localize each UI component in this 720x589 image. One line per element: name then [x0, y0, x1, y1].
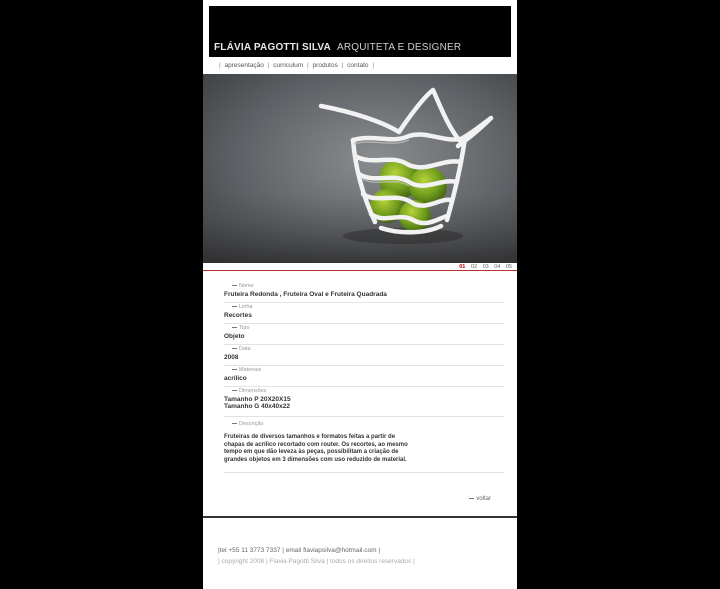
- field-value: Objeto: [224, 333, 245, 340]
- header-banner: FLÁVIA PAGOTTI SILVA ARQUITETA E DESIGNE…: [209, 6, 511, 57]
- footer-divider: [203, 516, 517, 518]
- product-photo: [203, 74, 517, 263]
- field-label: Descrição: [239, 421, 264, 427]
- field-value: Recortes: [224, 312, 252, 319]
- page-container: FLÁVIA PAGOTTI SILVA ARQUITETA E DESIGNE…: [203, 0, 517, 589]
- main-nav: | apresentação | curriculum | produtos |…: [217, 62, 376, 69]
- gallery-divider: [203, 270, 517, 271]
- dash-icon: [469, 498, 475, 499]
- brand-subtitle: ARQUITETA E DESIGNER: [336, 42, 462, 53]
- dash-icon: [232, 348, 237, 349]
- field-label: Linha: [239, 304, 253, 310]
- field-value: acrílico: [224, 375, 247, 382]
- dash-icon: [232, 390, 237, 391]
- nav-separator: |: [219, 62, 221, 69]
- field-label: Nome: [239, 283, 254, 289]
- field-value: 2008: [224, 354, 239, 361]
- field-label: Tipo: [239, 325, 250, 331]
- nav-separator: |: [307, 62, 309, 69]
- field-tipo: Tipo Objeto: [224, 324, 504, 345]
- site-logo[interactable]: FLÁVIA PAGOTTI SILVA ARQUITETA E DESIGNE…: [214, 42, 461, 53]
- field-descricao: Descrição Fruteiras de diversos tamanhos…: [224, 417, 504, 473]
- field-value: Fruteira Redonda , Fruteira Oval e Frute…: [224, 291, 387, 298]
- footer-copyright: | copyright 2008 | Flavia Pagotti Silva …: [218, 558, 415, 565]
- nav-item-apresentacao[interactable]: apresentação: [225, 62, 264, 69]
- field-materiais: Materiais acrílico: [224, 366, 504, 387]
- brand-name: FLÁVIA PAGOTTI SILVA: [214, 42, 331, 53]
- field-value: Tamanho P 20X20X15 Tamanho G 40x40x22: [224, 396, 291, 410]
- dash-icon: [232, 423, 237, 424]
- back-link[interactable]: voltar: [469, 496, 491, 502]
- dash-icon: [232, 306, 237, 307]
- footer-contact: |tel +55 11 3773 7337 | email flaviapsil…: [218, 547, 381, 554]
- nav-item-produtos[interactable]: produtos: [313, 62, 338, 69]
- nav-item-contato[interactable]: contato: [347, 62, 368, 69]
- dash-icon: [232, 369, 237, 370]
- field-data: Data 2008: [224, 345, 504, 366]
- nav-separator: |: [267, 62, 270, 69]
- nav-item-curriculum[interactable]: curriculum: [273, 62, 303, 69]
- dash-icon: [232, 327, 237, 328]
- nav-separator: |: [341, 62, 344, 69]
- field-label: Data: [239, 346, 251, 352]
- field-value: Fruteiras de diversos tamanhos e formato…: [224, 434, 408, 463]
- field-label: Materiais: [239, 367, 262, 373]
- nav-separator: |: [372, 62, 375, 69]
- field-nome: Nome Fruteira Redonda , Fruteira Oval e …: [224, 282, 504, 303]
- product-details: Nome Fruteira Redonda , Fruteira Oval e …: [224, 282, 504, 473]
- field-label: Dimensões: [239, 388, 267, 394]
- field-dimensoes: Dimensões Tamanho P 20X20X15 Tamanho G 4…: [224, 387, 504, 417]
- back-label: voltar: [476, 496, 491, 502]
- dash-icon: [232, 285, 237, 286]
- product-photo-fruit-bowl: [203, 74, 517, 263]
- field-linha: Linha Recortes: [224, 303, 504, 324]
